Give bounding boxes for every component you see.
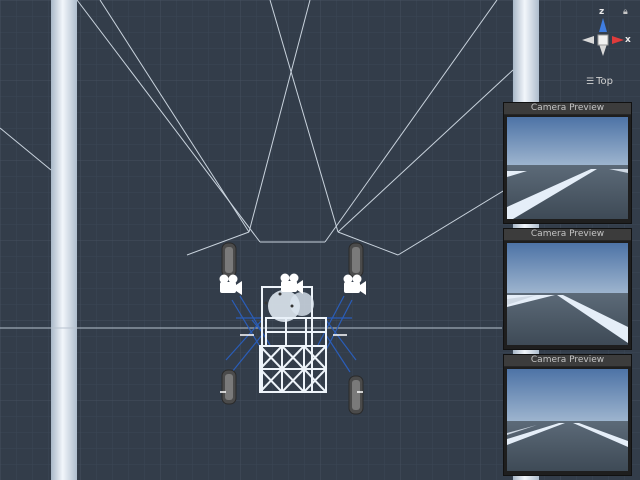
camera-preview-title: Camera Preview (504, 355, 631, 367)
camera-preview-panel: Camera Preview (503, 354, 632, 476)
axis-cone-neg-z (599, 44, 607, 56)
axis-cone-x (612, 36, 624, 44)
camera-preview-image (507, 117, 628, 219)
gizmo-center-cube (597, 34, 609, 46)
view-orientation-label[interactable]: ☰ Top (586, 76, 613, 87)
camera-preview-panel: Camera Preview (503, 102, 632, 224)
camera-preview-image (507, 243, 628, 345)
axis-cone-neg-x (582, 36, 594, 44)
orientation-gizmo[interactable]: 🔒︎ z x ☰ Top (572, 4, 640, 94)
camera-preview-title: Camera Preview (504, 103, 631, 115)
hamburger-icon: ☰ (586, 76, 595, 87)
orientation-text: Top (596, 76, 613, 87)
camera-preview-image (507, 369, 628, 471)
axis-cone-gizmo[interactable] (572, 4, 640, 74)
camera-preview-panel: Camera Preview (503, 228, 632, 350)
camera-preview-title: Camera Preview (504, 229, 631, 241)
axis-cone-z (599, 18, 607, 32)
road-edge-left (51, 0, 77, 480)
